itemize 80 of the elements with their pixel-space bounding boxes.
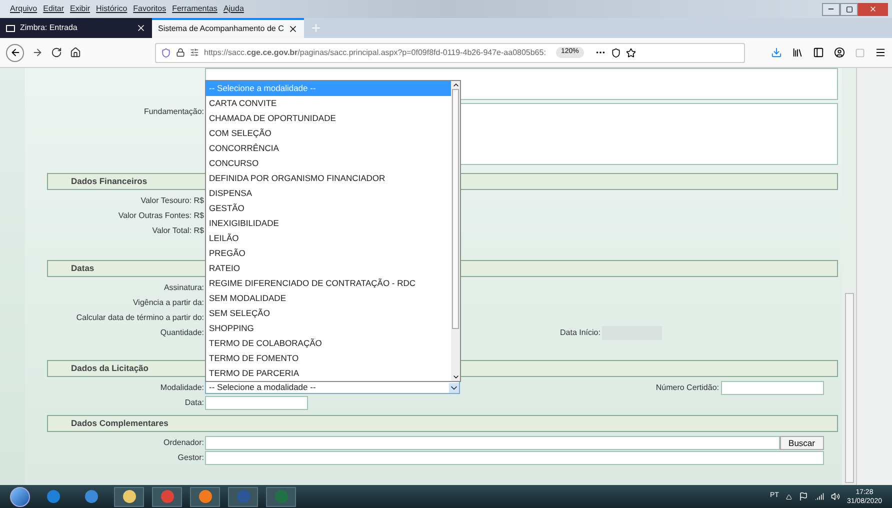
dropdown-option[interactable]: PREGÃO [206, 246, 451, 261]
lock-icon[interactable] [176, 48, 185, 57]
menu-item[interactable]: Arquivo [10, 3, 38, 15]
dropdown-option[interactable]: COM SELEÇÃO [206, 126, 451, 141]
dropdown-option[interactable]: INEXIGIBILIDADE [206, 216, 451, 231]
menu-item[interactable]: Histórico [96, 3, 128, 15]
dropdown-option[interactable]: CARTA CONVITE [206, 96, 451, 111]
field-label: Valor Outras Fontes: R$ [117, 210, 205, 222]
menu-item[interactable]: Favoritos [133, 3, 166, 15]
input-field[interactable] [721, 380, 824, 394]
scrollbar[interactable] [842, 68, 856, 485]
input-field[interactable] [205, 450, 824, 464]
scroll-down-icon[interactable] [452, 373, 460, 381]
sidebar-icon[interactable] [813, 47, 824, 58]
forward-icon[interactable] [32, 47, 43, 58]
home-icon[interactable] [70, 47, 81, 58]
dropdown-option[interactable]: REGIME DIFERENCIADO DE CONTRATAÇÃO - RDC [206, 276, 451, 291]
menu-item[interactable]: Ajuda [223, 3, 244, 15]
library-icon[interactable] [792, 47, 803, 58]
field-label: Valor Total: R$ [151, 224, 205, 236]
field-label: Calcular data de término a partir do: [75, 312, 205, 324]
browser-tab[interactable]: Sistema de Acompanhamento de C [152, 18, 304, 38]
tray-expand-icon[interactable] [786, 494, 792, 500]
dropdown-option[interactable]: SHOPPING [206, 321, 451, 336]
dropdown-option[interactable]: CONCURSO [206, 156, 451, 171]
mail-icon [6, 24, 15, 32]
modality-select[interactable]: -- Selecione a modalidade -- [205, 381, 460, 394]
reload-icon[interactable] [51, 47, 62, 58]
dropdown-option[interactable]: SEM MODALIDADE [206, 291, 451, 306]
shield-icon[interactable] [161, 48, 171, 58]
back-button[interactable] [6, 44, 24, 62]
dropdown-arrow-icon [449, 382, 459, 392]
search-button[interactable]: Buscar [780, 436, 824, 450]
account-icon[interactable] [834, 47, 845, 58]
field-label: Data: [184, 396, 205, 408]
menu-item[interactable]: Ferramentas [172, 3, 218, 15]
start-button[interactable] [10, 486, 30, 506]
scroll-up-icon[interactable] [452, 81, 460, 89]
maximize-icon [846, 6, 852, 12]
field-label: Quantidade: [159, 326, 205, 338]
field-label: Valor Tesouro: R$ [140, 194, 205, 206]
menu-icon[interactable] [875, 47, 886, 58]
download-icon[interactable] [771, 47, 782, 58]
menu-item[interactable]: Exibir [70, 3, 90, 15]
close-tab-icon[interactable] [136, 23, 146, 33]
dropdown-option[interactable]: GESTÃO [206, 201, 451, 216]
maximize-button[interactable] [840, 2, 858, 16]
field-label: Número Certidão: [656, 382, 720, 394]
menu-item[interactable]: Editar [43, 3, 64, 15]
permissions-icon[interactable] [190, 48, 199, 57]
dropdown-option[interactable]: CONCORRÊNCIA [206, 141, 451, 156]
dropdown-option[interactable]: SEM SELEÇÃO [206, 306, 451, 321]
field-label: Fundamentação: [142, 106, 205, 118]
dropdown-option[interactable]: DEFINIDA POR ORGANISMO FINANCIADOR [206, 171, 451, 186]
dropdown-option[interactable]: RATEIO [206, 261, 451, 276]
dropdown-option[interactable]: CHAMADA DE OPORTUNIDADE [206, 111, 451, 126]
back-arrow-icon [10, 47, 20, 58]
field-label: Assinatura: [162, 282, 205, 294]
taskbar-app-icon[interactable] [114, 486, 144, 506]
field-label: Vigência a partir da: [132, 296, 205, 308]
network-icon[interactable] [814, 492, 824, 501]
field-label: Gestor: [176, 452, 205, 464]
field-label: Ordenador: [162, 436, 205, 448]
dropdown-option[interactable]: LEILÃO [206, 231, 451, 246]
input-field[interactable] [205, 436, 780, 450]
scrollbar[interactable] [451, 81, 460, 381]
close-tab-icon[interactable] [288, 24, 298, 34]
field-label: Data Início: [560, 326, 602, 338]
close-icon [869, 5, 877, 13]
browser-tab[interactable]: Zimbra: Entrada [0, 18, 152, 38]
volume-icon[interactable] [830, 492, 840, 501]
field-label: Modalidade: [159, 382, 205, 394]
taskbar-app-icon[interactable] [190, 486, 220, 506]
minimize-button[interactable] [822, 2, 840, 16]
input-field[interactable] [205, 396, 308, 410]
url-text: https://sacc.cge.ce.gov.br/paginas/sacc.principal.aspx?p=0f09f8fd-0119-4b26-947e-aa0805b65: [204, 46, 546, 58]
flag-icon[interactable] [798, 492, 808, 501]
section-header: Dados Complementares [47, 415, 838, 432]
star-icon[interactable] [626, 48, 636, 58]
dropdown-option[interactable]: TERMO DE COLABORAÇÃO [206, 336, 451, 351]
